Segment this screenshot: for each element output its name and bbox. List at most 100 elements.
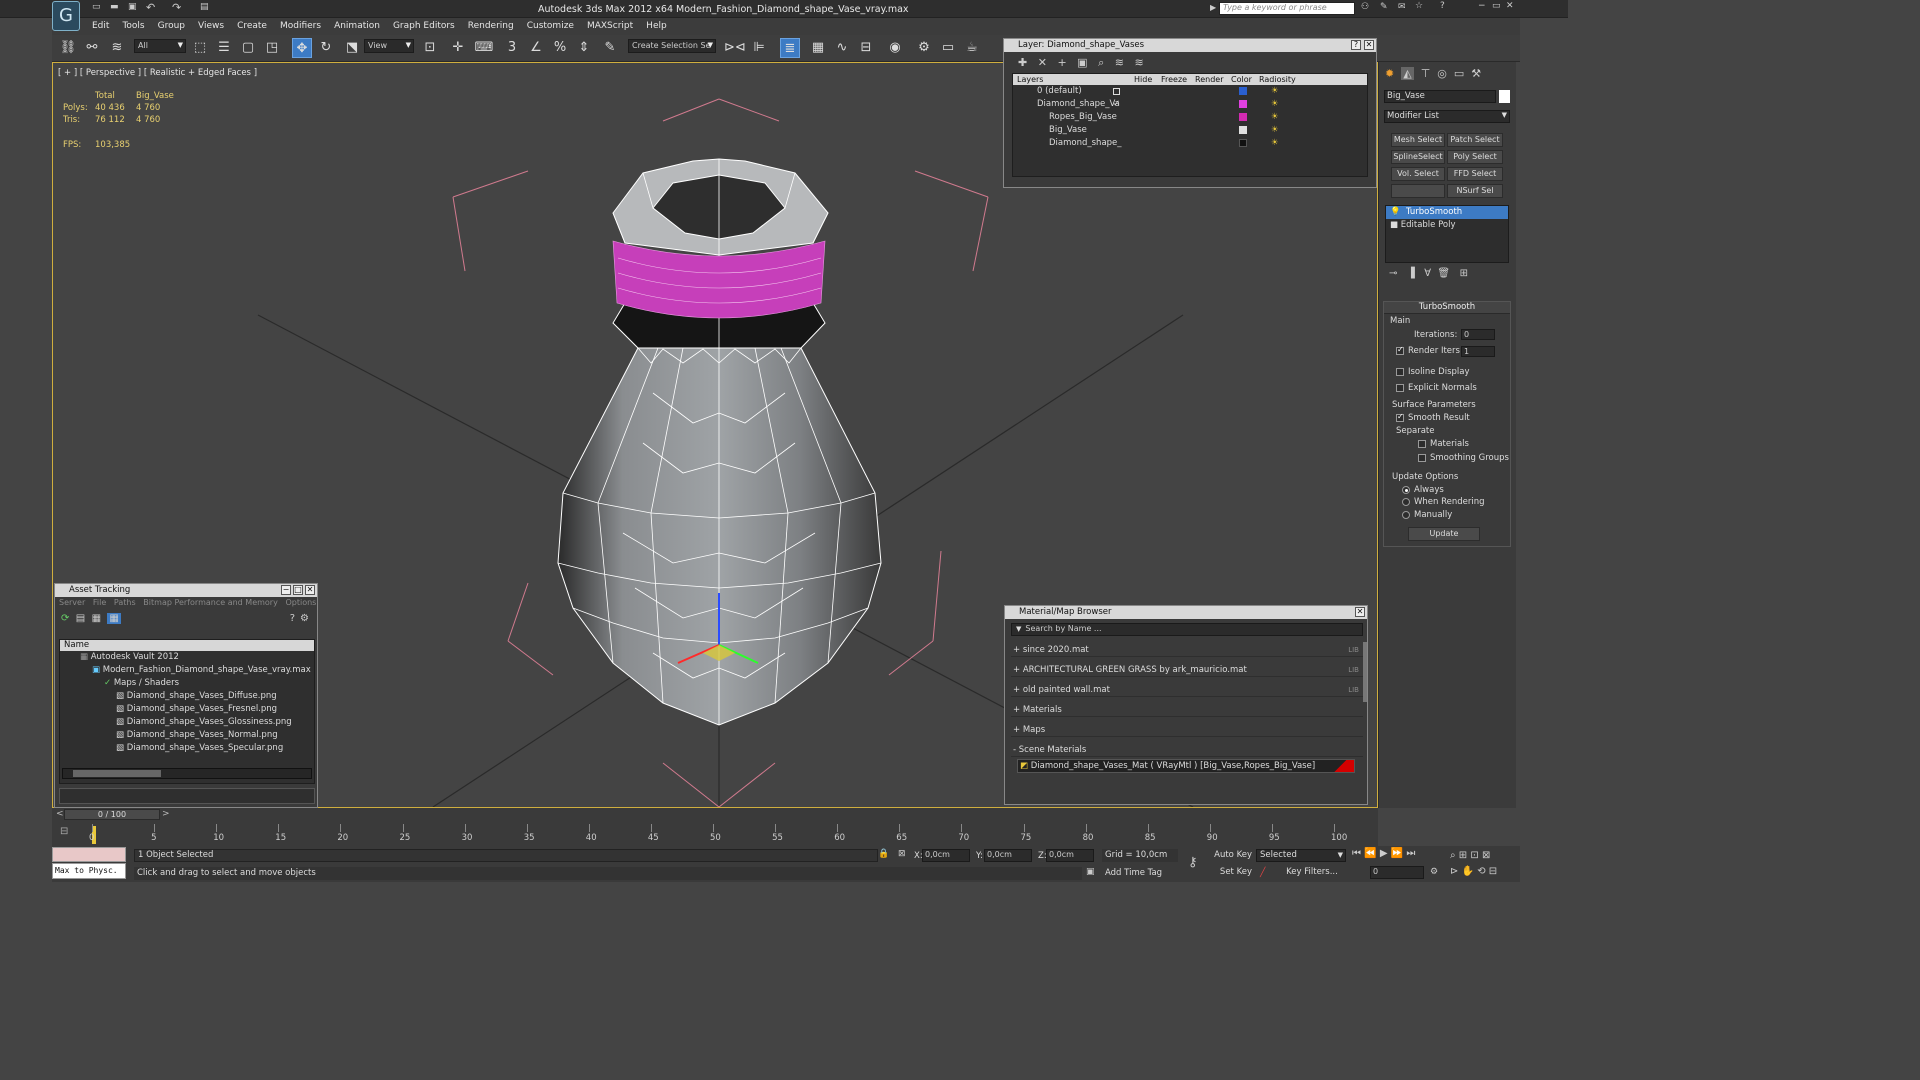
menu-edit[interactable]: Edit [92,21,109,31]
pin-stack-icon[interactable]: ⊸ [1389,268,1397,279]
project-folder-icon[interactable]: ▤ [200,2,209,12]
angle-snap-icon[interactable]: ∠ [526,38,546,58]
stack-item-editable-poly[interactable]: ■ Editable Poly [1386,219,1508,232]
next-frame-icon[interactable]: > [162,809,170,819]
rect-selection-icon[interactable]: ▢ [238,38,258,58]
layer-color-swatch[interactable] [1239,126,1247,134]
help-icon[interactable]: ? [1440,1,1445,11]
prev-frame-icon[interactable]: < [56,809,64,819]
bind-space-warp-icon[interactable]: ≋ [107,38,127,58]
col-hide[interactable]: Hide [1134,74,1152,85]
delete-layer-icon[interactable]: ✕ [1038,56,1047,69]
utilities-tab-icon[interactable]: ⚒ [1471,67,1481,80]
asset-row[interactable]: ▧ Diamond_shape_Vases_Specular.png [60,742,314,755]
prev-key-icon[interactable]: ⏪ [1364,848,1376,859]
mini-curve-editor-icon[interactable]: ⊟ [60,826,68,837]
remove-modifier-icon[interactable]: 🗑 [1437,268,1450,279]
render-production-icon[interactable]: ☕ [962,38,982,58]
material-browser-close-icon[interactable]: ✕ [1355,607,1365,617]
go-to-end-icon[interactable]: ⏭ [1406,848,1415,859]
iterations-spinner[interactable]: 0 [1461,329,1495,340]
material-browser-title-bar[interactable]: Material/Map Browser ✕ [1005,606,1367,619]
key-mode-dropdown[interactable]: Selected ▼ [1256,849,1346,862]
asset-row[interactable]: ▦ Autodesk Vault 2012 [60,651,314,664]
subscription-icon[interactable]: ✎ [1380,2,1388,12]
maxscript-listener-top[interactable] [52,847,126,862]
select-by-name-icon[interactable]: ☰ [214,38,234,58]
material-search-input[interactable]: ▼ Search by Name ... [1011,623,1363,636]
always-radio[interactable] [1402,485,1410,494]
asset-list-header[interactable]: Name [60,640,314,651]
make-unique-icon[interactable]: ∀ [1424,268,1431,279]
freeze-all-icon[interactable]: ≋ [1134,56,1143,69]
menu-modifiers[interactable]: Modifiers [280,21,321,31]
time-slider-thumb[interactable]: 0 / 100 [64,809,160,820]
smoothing-groups-checkbox[interactable] [1418,453,1426,462]
display-tab-icon[interactable]: ▭ [1454,67,1464,80]
radiosity-icon[interactable]: ☀ [1271,98,1279,111]
asset-row[interactable]: ▣ Modern_Fashion_Diamond_shape_Vase_vray… [60,664,314,677]
asset-tracking-title-bar[interactable]: Asset Tracking − □ ✕ [55,584,317,597]
asset-row[interactable]: ✓ Maps / Shaders [60,677,314,690]
z-coordinate-field[interactable]: 0,0cm [1046,849,1094,862]
mirror-icon[interactable]: ⊳⊲ [724,38,746,58]
radiosity-icon[interactable]: ☀ [1271,111,1279,124]
col-radiosity[interactable]: Radiosity [1259,74,1296,85]
asset-row[interactable]: ▧ Diamond_shape_Vases_Normal.png [60,729,314,742]
track-bar[interactable]: ⊟ 0 5 10 15 20 25 30 35 40 45 50 55 60 65 70 75 80 85 90 95… [52,822,1378,846]
layer-panel-title-bar[interactable]: Layer: Diamond_shape_Vases? ✕ [1004,39,1376,52]
highlight-layer-icon[interactable]: ⌕ [1098,56,1104,69]
help-search-arrow-icon[interactable]: ▶ [1210,3,1216,12]
layer-close-icon[interactable]: ✕ [1364,40,1374,50]
object-name-field[interactable]: Big_Vase [1384,90,1496,103]
menu-animation[interactable]: Animation [334,21,380,31]
asset-row[interactable]: ▧ Diamond_shape_Vases_Glossiness.png [60,716,314,729]
isoline-checkbox[interactable] [1396,367,1404,376]
redo-icon[interactable]: ↷ [172,1,181,14]
list-view-icon[interactable]: ▤ [76,613,85,624]
menu-customize[interactable]: Customize [527,21,574,31]
material-group-row[interactable]: + Materials [1011,703,1363,717]
asset-maximize-icon[interactable]: □ [293,585,303,595]
key-filters-button[interactable]: Key Filters... [1278,866,1346,879]
time-config-icon[interactable]: ⚙ [1430,867,1438,877]
smooth-result-checkbox[interactable] [1396,412,1404,422]
rendered-frame-icon[interactable]: ▭ [938,38,958,58]
empty-modifier-button[interactable] [1391,184,1445,198]
asset-horizontal-scrollbar[interactable] [62,768,312,779]
asset-scroll-thumb[interactable] [73,770,161,777]
material-scrollbar[interactable] [1363,642,1367,702]
edit-named-sets-icon[interactable]: ✎ [600,38,620,58]
select-object-icon[interactable]: ⬚ [190,38,210,58]
asset-close-icon[interactable]: ✕ [305,585,315,595]
x-coordinate-field[interactable]: 0,0cm [922,849,970,862]
render-iters-spinner[interactable]: 1 [1461,346,1495,357]
mesh-select-button[interactable]: Mesh Select [1391,133,1445,147]
radiosity-icon[interactable]: ☀ [1271,137,1279,150]
table-view-icon[interactable]: ▦ [107,613,121,624]
material-group-row[interactable]: + ARCHITECTURAL GREEN GRASS by ark_mauri… [1011,663,1363,677]
material-group-row[interactable]: + Maps [1011,723,1363,737]
select-manipulate-icon[interactable]: ✛ [448,38,468,58]
spline-select-button[interactable]: SplineSelect [1391,150,1445,164]
layer-color-swatch[interactable] [1239,139,1247,147]
layer-color-swatch[interactable] [1239,87,1247,95]
layer-row[interactable]: Diamond_shape_Va ✓ ☀ [1013,98,1367,111]
menu-rendering[interactable]: Rendering [468,21,514,31]
poly-select-button[interactable]: Poly Select [1447,150,1503,164]
hide-all-icon[interactable]: ≋ [1115,56,1124,69]
maxscript-listener[interactable]: Max to Physc. [52,863,126,879]
qat-open-icon[interactable]: ▬ [110,2,119,12]
restore-icon[interactable]: ▭ [1492,1,1501,11]
keyboard-shortcut-icon[interactable]: ⌨ [474,38,494,58]
absolute-mode-icon[interactable]: ⊠ [898,849,906,859]
col-color[interactable]: Color [1231,74,1252,85]
asset-settings-icon[interactable]: ⚙ [300,613,309,624]
named-selection-dropdown[interactable]: Create Selection Se [628,39,716,53]
layer-color-swatch[interactable] [1239,100,1247,108]
object-color-swatch[interactable] [1499,90,1510,103]
col-layers[interactable]: Layers [1017,74,1043,85]
col-freeze[interactable]: Freeze [1161,74,1187,85]
maximize-viewport-icon[interactable]: ⊟ [1489,866,1497,877]
manually-radio[interactable] [1402,510,1410,519]
